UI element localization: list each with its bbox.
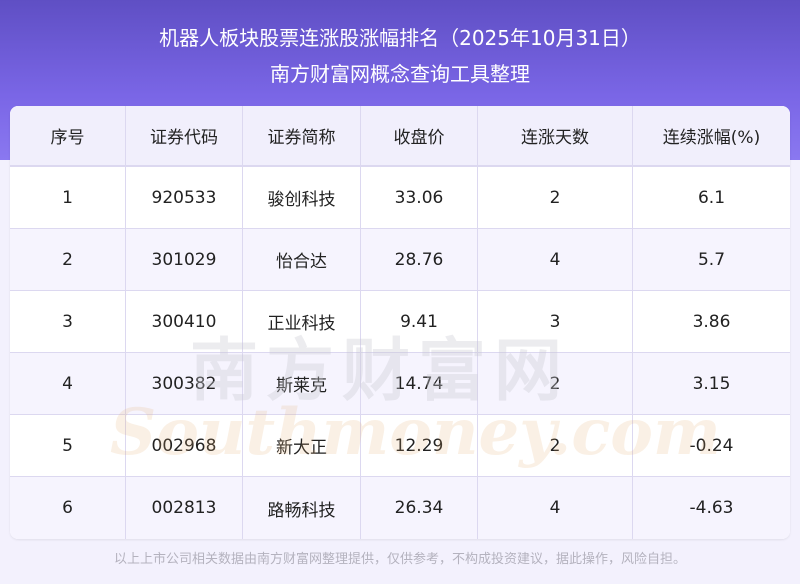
column-header: 连涨天数 (478, 106, 633, 165)
table-row: 2 301029 怡合达 28.76 4 5.7 (10, 229, 790, 291)
table-row: 4 300382 斯莱克 14.74 2 3.15 (10, 353, 790, 415)
table-cell: 6.1 (697, 187, 726, 208)
table-cell: 002813 (126, 477, 243, 539)
table-cell: 002968 (126, 415, 243, 476)
table-cell: 6 (10, 477, 126, 539)
table-cell: 33.06 (361, 167, 478, 228)
table-cell: 5 (10, 415, 126, 476)
table-cell: 斯莱克 (243, 353, 361, 414)
table-cell: 2 (478, 167, 633, 228)
table-cell: 14.74 (361, 353, 478, 414)
page-subtitle: 南方财富网概念查询工具整理 (270, 62, 530, 86)
table-cell: 920533 (126, 167, 243, 228)
table-cell: 怡合达 (243, 229, 361, 290)
table-row: 6 002813 路畅科技 26.34 4 -4.63 (10, 477, 790, 539)
table-cell: 3 (10, 291, 126, 352)
table-cell: 12.29 (361, 415, 478, 476)
table-header: 序号 证券代码 证券简称 收盘价 连涨天数 连续涨幅(%) (10, 106, 790, 167)
table-cell: 3.15 (692, 373, 731, 394)
table-cell: 路畅科技 (243, 477, 361, 539)
page-title: 机器人板块股票连涨股涨幅排名（2025年10月31日） (159, 26, 641, 50)
table-cell: 301029 (126, 229, 243, 290)
table-cell: 3.86 (692, 311, 731, 332)
table-cell: 正业科技 (243, 291, 361, 352)
table-cell: 4 (10, 353, 126, 414)
table-cell: 1 (10, 167, 126, 228)
column-header: 证券代码 (126, 106, 243, 165)
table-cell: 2 (478, 415, 633, 476)
column-header: 序号 (10, 106, 126, 165)
table-cell: 骏创科技 (243, 167, 361, 228)
table-cell: 28.76 (361, 229, 478, 290)
ranking-table: 序号 证券代码 证券简称 收盘价 连涨天数 连续涨幅(%) 1 920533 骏创科… (10, 106, 790, 539)
table-cell: 4 (478, 229, 633, 290)
table-cell: 5.7 (697, 249, 726, 270)
table-row: 3 300410 正业科技 9.41 3 3.86 (10, 291, 790, 353)
table-cell: 新大正 (243, 415, 361, 476)
column-header: 连续涨幅(%) (662, 128, 761, 148)
table-cell: 26.34 (361, 477, 478, 539)
table-row: 5 002968 新大正 12.29 2 -0.24 (10, 415, 790, 477)
disclaimer: 以上上市公司相关数据由南方财富网整理提供，仅供参考，不构成投资建议，据此操作，风… (113, 552, 686, 567)
table-cell: 300382 (126, 353, 243, 414)
table-cell: -4.63 (689, 498, 734, 518)
table-cell: 300410 (126, 291, 243, 352)
table-cell: 2 (478, 353, 633, 414)
table-cell: -0.24 (689, 435, 734, 456)
table-row: 1 920533 骏创科技 33.06 2 6.1 (10, 167, 790, 229)
table-cell: 4 (478, 477, 633, 539)
table-cell: 9.41 (361, 291, 478, 352)
column-header: 证券简称 (243, 106, 361, 165)
table-cell: 2 (10, 229, 126, 290)
table-cell: 3 (478, 291, 633, 352)
column-header: 收盘价 (361, 106, 478, 165)
